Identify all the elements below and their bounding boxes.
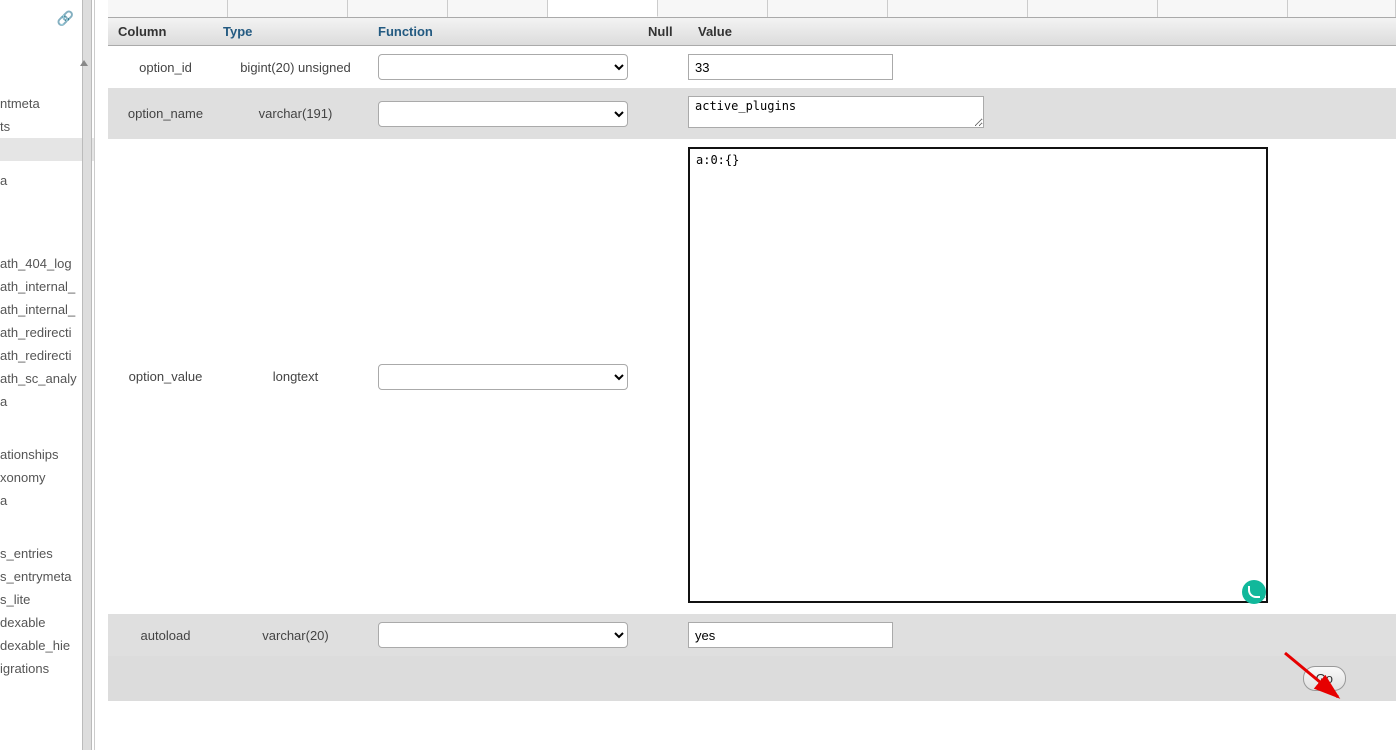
sidebar-item[interactable]: s_entries <box>0 542 94 565</box>
collapse-arrow-icon <box>80 60 88 66</box>
col-type: varchar(20) <box>213 628 368 643</box>
col-name: option_name <box>108 106 213 121</box>
header-value: Value <box>688 24 1396 39</box>
sidebar-item[interactable]: ath_redirecti <box>0 344 94 367</box>
col-name: autoload <box>108 628 213 643</box>
sidebar-item[interactable]: ationships <box>0 443 94 466</box>
sidebar-item[interactable]: igrations <box>0 657 94 680</box>
sidebar-item[interactable]: dexable <box>0 611 94 634</box>
row-option-name: option_name varchar(191) <box>108 88 1396 139</box>
col-name: option_id <box>108 60 213 75</box>
tab[interactable] <box>658 0 768 17</box>
col-type: bigint(20) unsigned <box>213 60 368 75</box>
tab[interactable] <box>448 0 548 17</box>
header-column: Column <box>108 24 213 39</box>
row-autoload: autoload varchar(20) <box>108 614 1396 656</box>
header-function-link[interactable]: Function <box>378 24 433 39</box>
column-headers: Column Type Function Null Value <box>108 18 1396 46</box>
sidebar-table-list: ntmeta ts a ath_404_log ath_internal_ at… <box>0 32 94 680</box>
tab[interactable] <box>1028 0 1158 17</box>
sidebar-resize-handle[interactable] <box>82 0 92 750</box>
sidebar-item[interactable]: dexable_hie <box>0 634 94 657</box>
value-input-option-name[interactable] <box>688 96 984 128</box>
sidebar-item[interactable]: ath_sc_analy <box>0 367 94 390</box>
function-select[interactable] <box>378 54 628 80</box>
submit-row: Go <box>108 656 1396 701</box>
tab[interactable] <box>1288 0 1396 17</box>
function-select[interactable] <box>378 622 628 648</box>
sidebar-item[interactable] <box>0 138 94 161</box>
col-type: longtext <box>213 369 368 384</box>
sidebar: 🔗 ntmeta ts a ath_404_log ath_internal_ … <box>0 0 95 750</box>
tab[interactable] <box>228 0 348 17</box>
value-input-option-id[interactable] <box>688 54 893 80</box>
sidebar-item[interactable]: ath_redirecti <box>0 321 94 344</box>
sidebar-item[interactable]: a <box>0 390 94 413</box>
value-textarea-option-value[interactable] <box>688 147 1268 603</box>
status-indicator-icon <box>1242 580 1266 604</box>
tab[interactable] <box>348 0 448 17</box>
function-select[interactable] <box>378 101 628 127</box>
sidebar-item[interactable]: ts <box>0 115 94 138</box>
col-name: option_value <box>108 369 213 384</box>
sidebar-item[interactable]: ntmeta <box>0 92 94 115</box>
function-select[interactable] <box>378 364 628 390</box>
sidebar-item[interactable]: a <box>0 489 94 512</box>
sidebar-item[interactable]: a <box>0 169 94 192</box>
col-type: varchar(191) <box>213 106 368 121</box>
main-panel: Column Type Function Null Value option_i… <box>108 0 1396 750</box>
tab[interactable] <box>108 0 228 17</box>
header-null: Null <box>638 24 688 39</box>
tab[interactable] <box>768 0 888 17</box>
sidebar-item[interactable]: ath_internal_ <box>0 275 94 298</box>
sidebar-item[interactable]: s_entrymeta <box>0 565 94 588</box>
link-icon[interactable]: 🔗 <box>0 0 94 32</box>
go-button[interactable]: Go <box>1303 666 1346 691</box>
tab[interactable] <box>1158 0 1288 17</box>
sidebar-item[interactable]: s_lite <box>0 588 94 611</box>
tab[interactable] <box>888 0 1028 17</box>
sidebar-item[interactable]: xonomy <box>0 466 94 489</box>
sidebar-item[interactable]: ath_404_log <box>0 252 94 275</box>
tab-active[interactable] <box>548 0 658 17</box>
sidebar-item[interactable]: ath_internal_ <box>0 298 94 321</box>
tab-bar <box>108 0 1396 18</box>
value-input-autoload[interactable] <box>688 622 893 648</box>
row-option-value: option_value longtext <box>108 139 1396 614</box>
header-type-link[interactable]: Type <box>223 24 252 39</box>
row-option-id: option_id bigint(20) unsigned <box>108 46 1396 88</box>
